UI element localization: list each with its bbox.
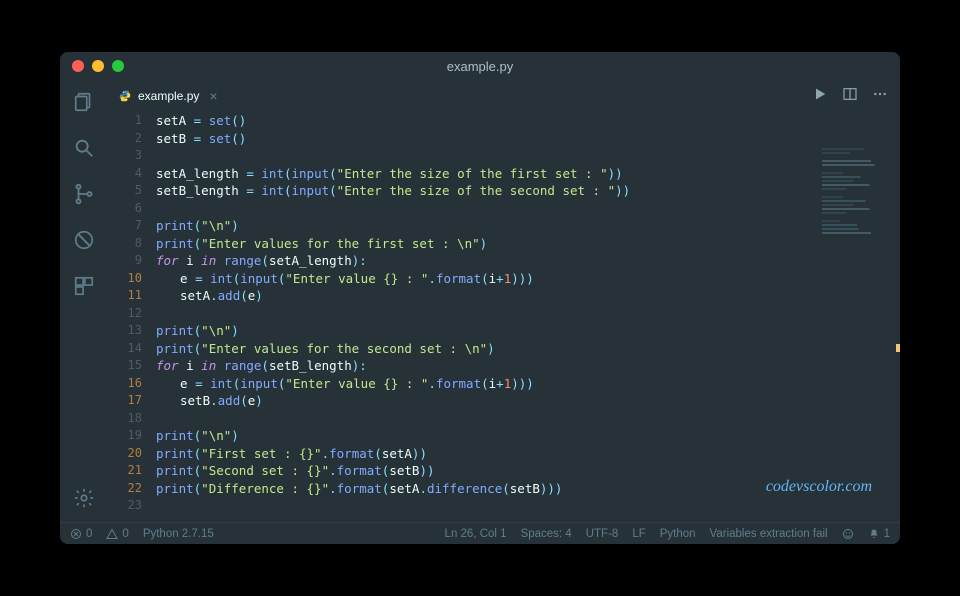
line-number: 12 — [108, 305, 142, 323]
status-cursor-position[interactable]: Ln 26, Col 1 — [445, 528, 507, 540]
status-indentation[interactable]: Spaces: 4 — [521, 528, 572, 540]
code-line[interactable]: setB_length = int(input("Enter the size … — [156, 182, 900, 200]
files-icon[interactable] — [70, 88, 98, 116]
line-number: 2 — [108, 130, 142, 148]
editor-window: example.py — [60, 52, 900, 544]
status-warnings[interactable]: 0 — [106, 528, 128, 540]
run-icon[interactable] — [812, 86, 828, 106]
line-number: 22 — [108, 480, 142, 498]
code-line[interactable]: print("Second set : {}".format(setB)) — [156, 462, 900, 480]
editor-body: example.py × 123456789101112131415161718… — [60, 80, 900, 522]
minimap[interactable] — [822, 148, 892, 238]
code-line[interactable]: print("\n") — [156, 322, 900, 340]
status-errors-count: 0 — [86, 528, 92, 540]
editor-actions — [812, 80, 900, 112]
text-editor[interactable]: 1234567891011121314151617181920212223 se… — [108, 112, 900, 522]
close-tab-icon[interactable]: × — [209, 88, 217, 104]
status-encoding[interactable]: UTF-8 — [586, 528, 619, 540]
code-line[interactable]: for i in range(setB_length): — [156, 357, 900, 375]
status-errors[interactable]: 0 — [70, 528, 92, 540]
line-number: 15 — [108, 357, 142, 375]
smiley-icon — [842, 528, 854, 540]
bell-icon — [868, 528, 880, 540]
tab-label: example.py — [138, 89, 199, 103]
close-window-button[interactable] — [72, 60, 84, 72]
line-number: 8 — [108, 235, 142, 253]
line-number: 7 — [108, 217, 142, 235]
code-line[interactable]: print("Enter values for the first set : … — [156, 235, 900, 253]
debug-icon[interactable] — [70, 226, 98, 254]
code-line[interactable]: setA_length = int(input("Enter the size … — [156, 165, 900, 183]
window-title: example.py — [60, 59, 900, 74]
code-line[interactable]: e = int(input("Enter value {} : ".format… — [156, 270, 900, 288]
status-message[interactable]: Variables extraction fail — [710, 528, 828, 540]
line-number: 3 — [108, 147, 142, 165]
python-file-icon — [118, 89, 132, 103]
line-number: 1 — [108, 112, 142, 130]
code-line[interactable]: print("Enter values for the second set :… — [156, 340, 900, 358]
line-number: 20 — [108, 445, 142, 463]
titlebar: example.py — [60, 52, 900, 80]
code-line[interactable] — [156, 410, 900, 428]
tab-example-py[interactable]: example.py × — [108, 80, 228, 112]
source-control-icon[interactable] — [70, 180, 98, 208]
line-number: 18 — [108, 410, 142, 428]
line-number: 6 — [108, 200, 142, 218]
line-number: 10 — [108, 270, 142, 288]
line-number: 13 — [108, 322, 142, 340]
status-warnings-count: 0 — [122, 528, 128, 540]
main-pane: example.py × 123456789101112131415161718… — [108, 80, 900, 522]
line-number: 14 — [108, 340, 142, 358]
status-eol[interactable]: LF — [632, 528, 645, 540]
code-line[interactable]: setA.add(e) — [156, 287, 900, 305]
line-number: 21 — [108, 462, 142, 480]
code-line[interactable]: print("First set : {}".format(setA)) — [156, 445, 900, 463]
line-number: 11 — [108, 287, 142, 305]
extensions-icon[interactable] — [70, 272, 98, 300]
search-icon[interactable] — [70, 134, 98, 162]
more-actions-icon[interactable] — [872, 86, 888, 106]
settings-gear-icon[interactable] — [70, 484, 98, 512]
code-content[interactable]: setA = set()setB = set() setA_length = in… — [156, 112, 900, 522]
code-line[interactable]: print("\n") — [156, 217, 900, 235]
zoom-window-button[interactable] — [112, 60, 124, 72]
tab-bar: example.py × — [108, 80, 900, 112]
code-line[interactable]: setA = set() — [156, 112, 900, 130]
status-feedback[interactable] — [842, 528, 854, 540]
code-line[interactable] — [156, 200, 900, 218]
line-number: 19 — [108, 427, 142, 445]
code-line[interactable]: print("\n") — [156, 427, 900, 445]
line-number: 16 — [108, 375, 142, 393]
code-line[interactable]: for i in range(setA_length): — [156, 252, 900, 270]
status-notifications[interactable]: 1 — [868, 528, 890, 540]
status-bar: 0 0 Python 2.7.15 Ln 26, Col 1 Spaces: 4… — [60, 522, 900, 544]
split-editor-icon[interactable] — [842, 86, 858, 106]
line-number-gutter: 1234567891011121314151617181920212223 — [108, 112, 156, 522]
status-python-version[interactable]: Python 2.7.15 — [143, 528, 214, 540]
line-number: 4 — [108, 165, 142, 183]
error-icon — [70, 528, 82, 540]
code-line[interactable]: e = int(input("Enter value {} : ".format… — [156, 375, 900, 393]
line-number: 9 — [108, 252, 142, 270]
minimize-window-button[interactable] — [92, 60, 104, 72]
warning-icon — [106, 528, 118, 540]
code-line[interactable]: setB = set() — [156, 130, 900, 148]
scrollbar-marker — [896, 344, 900, 352]
line-number: 5 — [108, 182, 142, 200]
status-language-mode[interactable]: Python — [660, 528, 696, 540]
status-notifications-count: 1 — [884, 528, 890, 540]
traffic-lights — [72, 60, 124, 72]
line-number: 17 — [108, 392, 142, 410]
line-number: 23 — [108, 497, 142, 515]
activity-bar — [60, 80, 108, 522]
code-line[interactable]: print("Difference : {}".format(setA.diff… — [156, 480, 900, 498]
code-line[interactable] — [156, 497, 900, 515]
code-line[interactable]: setB.add(e) — [156, 392, 900, 410]
code-line[interactable] — [156, 147, 900, 165]
code-line[interactable] — [156, 305, 900, 323]
